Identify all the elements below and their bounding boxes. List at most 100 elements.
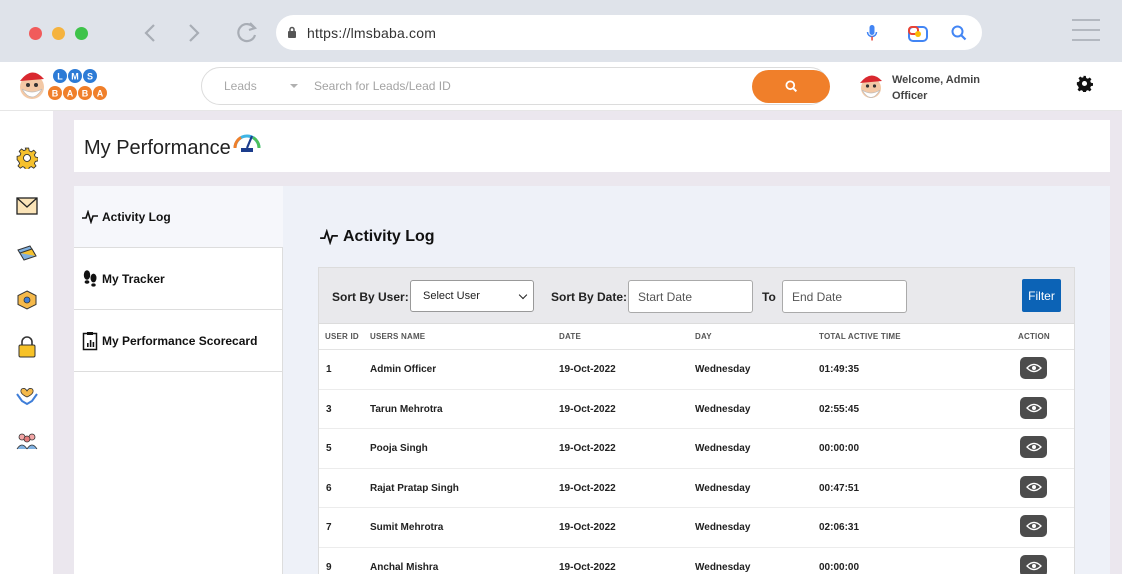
scorecard-icon <box>80 331 100 351</box>
cell-active-time: 00:00:00 <box>819 561 860 573</box>
cell-day: Wednesday <box>695 482 751 494</box>
search-input[interactable] <box>314 77 734 95</box>
sort-date-label: Sort By Date: <box>551 290 628 304</box>
activity-panel: Activity Log My Tracker My Performance S… <box>74 186 1110 574</box>
reload-icon[interactable] <box>234 20 260 46</box>
welcome-text: Welcome, Admin Officer <box>892 72 992 104</box>
cell-user-id: 3 <box>326 403 332 415</box>
cell-user-name: Tarun Mehrotra <box>370 403 443 415</box>
cell-day: Wednesday <box>695 403 751 415</box>
cell-user-name: Sumit Mehrotra <box>370 522 444 534</box>
browser-chrome: https://lmsbaba.com <box>0 0 1122 62</box>
team-icon[interactable] <box>15 429 39 453</box>
microphone-icon[interactable] <box>866 24 878 42</box>
cell-active-time: 00:00:00 <box>819 443 860 455</box>
view-button[interactable] <box>1020 475 1047 498</box>
cell-date: 19-Oct-2022 <box>559 364 616 375</box>
column-header-total-active-time: TOTAL ACTIVE TIME <box>819 332 901 341</box>
svg-text:M: M <box>71 72 79 82</box>
column-header-action: ACTION <box>1018 332 1050 341</box>
top-bar: L M S B A B A Leads Welcome, Admin Offic… <box>0 62 1122 111</box>
eye-icon <box>1025 403 1042 412</box>
settings-icon[interactable] <box>15 146 39 170</box>
column-header-users-name: USERS NAME <box>370 332 426 341</box>
settings-gear-icon[interactable] <box>1076 75 1094 97</box>
cell-active-time: 02:06:31 <box>819 522 860 534</box>
address-bar[interactable]: https://lmsbaba.com <box>276 15 982 50</box>
minimize-window-dot[interactable] <box>52 27 65 40</box>
tab-label: My Tracker <box>102 271 165 286</box>
footsteps-icon <box>80 269 100 289</box>
user-select[interactable]: Select User <box>410 280 534 312</box>
lms-baba-logo[interactable]: L M S B A B A <box>16 65 126 107</box>
section-title-text: Activity Log <box>343 228 435 245</box>
page-title: My Performance <box>84 137 231 159</box>
search-icon[interactable] <box>951 25 967 41</box>
start-date-input[interactable]: Start Date <box>628 280 753 313</box>
tab-my-tracker[interactable]: My Tracker <box>74 248 283 310</box>
cell-active-time: 01:49:35 <box>819 364 860 375</box>
table-row: 7 Sumit Mehrotra 19-Oct-2022 Wednesday 0… <box>319 508 1074 548</box>
performance-gauge-icon <box>232 128 262 159</box>
filter-button[interactable]: Filter <box>1022 279 1061 312</box>
view-button[interactable] <box>1020 436 1047 459</box>
end-date-input[interactable]: End Date <box>782 280 907 313</box>
cell-user-id: 7 <box>326 522 332 534</box>
icon-sidebar <box>0 111 53 574</box>
table-row: 3 Tarun Mehrotra 19-Oct-2022 Wednesday 0… <box>319 390 1074 430</box>
cell-user-id: 6 <box>326 482 332 494</box>
cell-user-name: Anchal Mishra <box>370 561 439 573</box>
svg-text:S: S <box>87 72 93 82</box>
back-icon[interactable] <box>137 20 163 46</box>
eye-icon <box>1025 482 1042 491</box>
svg-text:B: B <box>82 89 89 99</box>
tab-activity-log[interactable]: Activity Log <box>74 186 283 248</box>
search-button[interactable] <box>752 70 830 103</box>
search-icon <box>784 80 797 93</box>
table-row: 9 Anchal Mishra 19-Oct-2022 Wednesday 00… <box>319 548 1074 574</box>
avatar[interactable] <box>856 69 886 103</box>
tab-performance-scorecard[interactable]: My Performance Scorecard <box>74 310 283 372</box>
welcome-line-1: Welcome, Admin <box>892 74 981 86</box>
cell-date: 19-Oct-2022 <box>559 443 616 455</box>
care-hands-icon[interactable] <box>15 383 39 407</box>
cell-active-time: 02:55:45 <box>819 403 860 415</box>
welcome-line-2: Officer <box>892 90 928 102</box>
activity-icon <box>320 229 338 245</box>
view-button[interactable] <box>1020 396 1047 419</box>
user-select-value: Select User <box>423 290 480 302</box>
url-text: https://lmsbaba.com <box>307 25 437 41</box>
start-date-placeholder: Start Date <box>638 289 693 304</box>
mail-icon[interactable] <box>15 194 39 218</box>
cell-user-name: Admin Officer <box>370 364 437 375</box>
browser-menu-icon[interactable] <box>1072 19 1100 49</box>
camera-lens-icon[interactable] <box>908 24 928 42</box>
search-category-select[interactable]: Leads <box>224 79 257 93</box>
svg-text:L: L <box>57 72 63 82</box>
cell-date: 19-Oct-2022 <box>559 522 616 534</box>
eye-icon <box>1025 522 1042 531</box>
eye-icon <box>1025 363 1042 373</box>
column-header-user-id: USER ID <box>325 332 359 341</box>
box-icon[interactable] <box>15 288 39 312</box>
forward-icon[interactable] <box>181 20 207 46</box>
activity-icon <box>80 209 100 224</box>
lock-icon <box>288 26 296 38</box>
column-header-date: DATE <box>559 332 581 341</box>
lock-icon[interactable] <box>15 335 39 359</box>
eye-icon <box>1025 561 1042 571</box>
view-button[interactable] <box>1020 554 1047 574</box>
eye-icon <box>1025 443 1042 452</box>
view-button[interactable] <box>1020 515 1047 538</box>
sort-user-label: Sort By User: <box>332 290 409 304</box>
cell-date: 19-Oct-2022 <box>559 482 616 494</box>
close-window-dot[interactable] <box>29 27 42 40</box>
svg-text:A: A <box>97 89 104 99</box>
maximize-window-dot[interactable] <box>75 27 88 40</box>
cell-day: Wednesday <box>695 443 751 455</box>
filter-bar: Sort By User: Select User Sort By Date: … <box>318 267 1075 323</box>
activity-log-content: Activity Log Sort By User: Select User S… <box>283 186 1110 574</box>
tickets-icon[interactable] <box>15 241 39 265</box>
svg-text:B: B <box>52 89 59 99</box>
view-button[interactable] <box>1020 357 1047 379</box>
